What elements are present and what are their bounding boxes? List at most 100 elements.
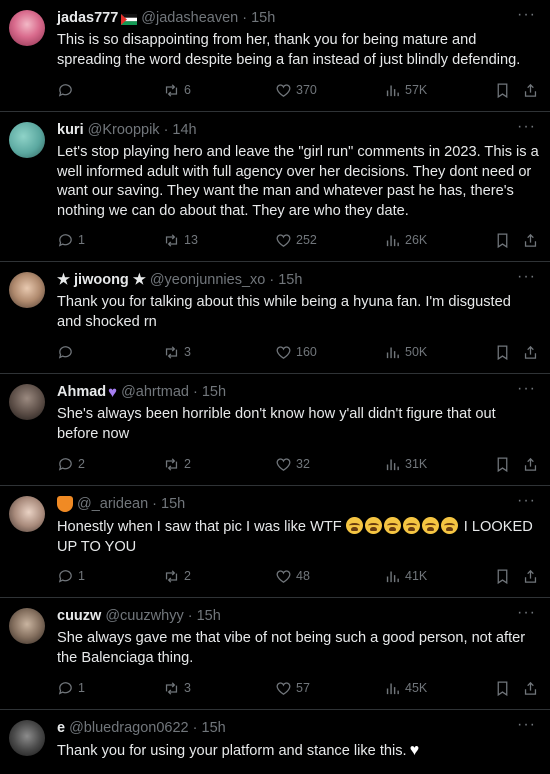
handle-timestamp[interactable]: @_aridean · 15h [77, 496, 185, 512]
share-icon [524, 457, 537, 471]
views-icon [386, 85, 399, 96]
like-count: 57 [296, 681, 310, 695]
share-button[interactable] [522, 80, 539, 100]
repost-button[interactable]: 2 [163, 454, 191, 474]
views-button[interactable]: 26K [384, 230, 427, 250]
like-button[interactable]: 57 [275, 678, 310, 698]
avatar[interactable] [9, 496, 45, 532]
share-button[interactable] [522, 566, 539, 586]
bookmark-button[interactable] [494, 80, 511, 100]
avatar[interactable] [9, 720, 45, 756]
share-button[interactable] [522, 678, 539, 698]
views-button[interactable]: 50K [384, 342, 427, 362]
bookmark-icon [497, 568, 508, 584]
views-button[interactable]: 45K [384, 678, 427, 698]
share-button[interactable] [522, 230, 539, 250]
reply-card[interactable]: kuri @Krooppik · 14h ··· Let's stop play… [0, 112, 550, 262]
bookmark-icon [497, 344, 508, 360]
crying-face-emoji-icon [421, 517, 439, 534]
avatar[interactable] [9, 122, 45, 158]
crying-face-emoji-icon [383, 517, 401, 534]
display-name[interactable]: cuuzw [57, 608, 101, 624]
bookmark-button[interactable] [494, 566, 511, 586]
like-button[interactable]: 370 [275, 80, 317, 100]
share-icon [524, 83, 537, 97]
reply-icon [58, 83, 72, 97]
display-name[interactable]: kuri [57, 122, 84, 138]
more-icon[interactable]: ··· [517, 381, 536, 397]
repost-button[interactable]: 3 [163, 678, 191, 698]
repost-button[interactable]: 13 [163, 230, 198, 250]
views-icon [386, 683, 399, 694]
avatar[interactable] [9, 272, 45, 308]
handle-timestamp[interactable]: @jadasheaven · 15h [141, 10, 275, 26]
repost-button[interactable]: 3 [163, 342, 191, 362]
share-button[interactable] [522, 342, 539, 362]
like-count: 370 [296, 83, 317, 97]
reply-card[interactable]: Ahmad ♥ @ahrtmad · 15h ··· She's always … [0, 374, 550, 486]
reply-card[interactable]: ★ jiwoong ★ @yeonjunnies_xo · 15h ··· Th… [0, 262, 550, 374]
bookmark-button[interactable] [494, 342, 511, 362]
reply-button[interactable]: 2 [57, 454, 85, 474]
views-button[interactable]: 57K [384, 80, 427, 100]
display-name[interactable]: e [57, 720, 65, 736]
avatar[interactable] [9, 608, 45, 644]
display-name[interactable]: jadas777 [57, 10, 118, 26]
reply-card[interactable]: jadas777 @jadasheaven · 15h ··· This is … [0, 0, 550, 112]
handle-timestamp[interactable]: @Krooppik · 14h [88, 122, 197, 138]
reply-button[interactable]: 1 [57, 230, 85, 250]
reply-text: Honestly when I saw that pic I was like … [57, 517, 539, 557]
like-count: 48 [296, 569, 310, 583]
crying-face-emoji-icon [364, 517, 382, 534]
handle-timestamp[interactable]: @bluedragon0622 · 15h [69, 720, 226, 736]
view-count: 45K [405, 681, 428, 695]
repost-icon [165, 569, 178, 583]
white-heart-icon: ♥ [409, 742, 420, 759]
bookmark-button[interactable] [494, 678, 511, 698]
heart-icon [276, 83, 291, 97]
more-icon[interactable]: ··· [517, 717, 536, 733]
share-icon [524, 569, 537, 583]
display-name[interactable]: ★ jiwoong ★ [57, 272, 146, 288]
reply-text-start: Honestly when I saw that pic I was like … [57, 519, 342, 535]
share-button[interactable] [522, 454, 539, 474]
avatar[interactable] [9, 10, 45, 46]
more-icon[interactable]: ··· [517, 119, 536, 135]
reply-icon [58, 681, 72, 695]
share-icon [524, 233, 537, 247]
fox-emoji-icon [57, 496, 73, 512]
like-button[interactable]: 48 [275, 566, 310, 586]
bookmark-button[interactable] [494, 454, 511, 474]
avatar[interactable] [9, 384, 45, 420]
reply-button[interactable] [57, 80, 78, 100]
repost-icon [165, 457, 178, 471]
views-button[interactable]: 41K [384, 566, 427, 586]
more-icon[interactable]: ··· [517, 605, 536, 621]
display-name[interactable]: Ahmad [57, 384, 106, 400]
reply-button[interactable] [57, 342, 78, 362]
more-icon[interactable]: ··· [517, 7, 536, 23]
bookmark-button[interactable] [494, 230, 511, 250]
repost-icon [165, 83, 178, 97]
like-button[interactable]: 160 [275, 342, 317, 362]
reply-text: Thank you for talking about this while b… [57, 294, 511, 330]
views-button[interactable]: 31K [384, 454, 427, 474]
handle-timestamp[interactable]: @ahrtmad · 15h [121, 384, 226, 400]
handle-timestamp[interactable]: @cuuzwhyy · 15h [105, 608, 220, 624]
reply-text: This is so disappointing from her, thank… [57, 32, 521, 68]
reply-card[interactable]: e @bluedragon0622 · 15h ··· Thank you fo… [0, 710, 550, 774]
reply-card[interactable]: cuuzw @cuuzwhyy · 15h ··· She always gav… [0, 598, 550, 710]
like-button[interactable]: 32 [275, 454, 310, 474]
like-button[interactable]: 252 [275, 230, 317, 250]
reply-button[interactable]: 1 [57, 678, 85, 698]
bookmark-icon [497, 680, 508, 696]
reply-card[interactable]: @_aridean · 15h ··· Honestly when I saw … [0, 486, 550, 598]
more-icon[interactable]: ··· [517, 269, 536, 285]
reply-text: Thank you for using your platform and st… [57, 741, 539, 762]
repost-button[interactable]: 2 [163, 566, 191, 586]
repost-count: 2 [184, 569, 191, 583]
handle-timestamp[interactable]: @yeonjunnies_xo · 15h [150, 272, 303, 288]
reply-button[interactable]: 1 [57, 566, 85, 586]
more-icon[interactable]: ··· [517, 493, 536, 509]
repost-button[interactable]: 6 [163, 80, 191, 100]
